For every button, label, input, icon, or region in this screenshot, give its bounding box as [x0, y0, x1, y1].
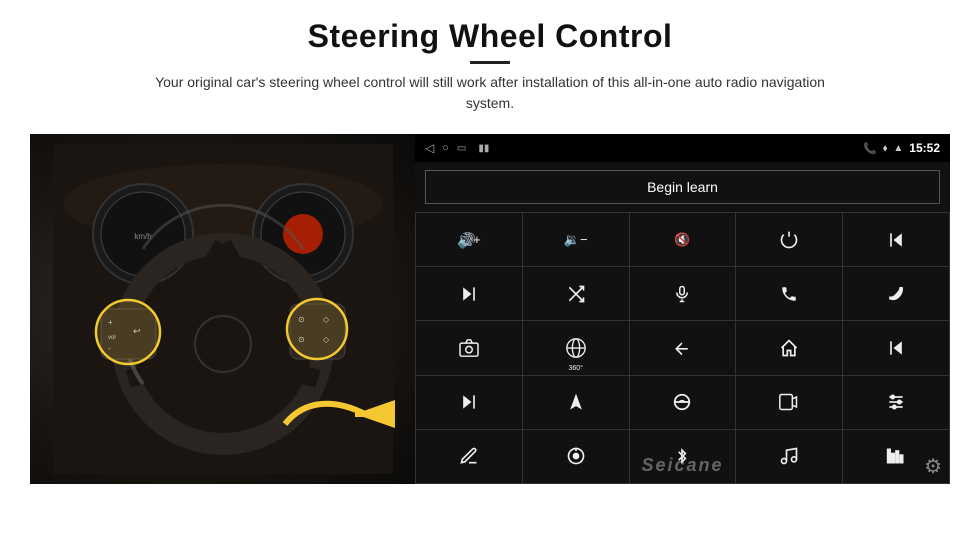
- record-button[interactable]: [736, 376, 842, 429]
- music-button[interactable]: [736, 430, 842, 483]
- knob-button[interactable]: [523, 430, 629, 483]
- gear-icon[interactable]: ⚙: [924, 454, 942, 479]
- status-right: 📞 ⬧ ▲ 15:52: [863, 141, 940, 155]
- hangup-button[interactable]: [843, 267, 949, 320]
- control-panel: ◁ ○ ▭ ▮▮ 📞 ⬧ ▲ 15:52 Begin learn: [415, 134, 950, 484]
- bluetooth-button[interactable]: [630, 430, 736, 483]
- shuffle-button[interactable]: [523, 267, 629, 320]
- power-button[interactable]: [736, 213, 842, 266]
- skip-back-button[interactable]: [843, 321, 949, 374]
- phone-button[interactable]: [736, 267, 842, 320]
- title-divider: [470, 61, 510, 64]
- clock: 15:52: [909, 141, 940, 155]
- begin-learn-button[interactable]: Begin learn: [425, 170, 940, 204]
- recent-nav-icon[interactable]: ▭: [457, 143, 466, 154]
- location-icon: ⬧: [883, 143, 888, 154]
- yellow-arrow: [275, 394, 395, 454]
- navigate-button[interactable]: [523, 376, 629, 429]
- begin-learn-row: Begin learn: [415, 162, 950, 212]
- title-section: Steering Wheel Control Your original car…: [130, 18, 850, 126]
- page-title: Steering Wheel Control: [130, 18, 850, 55]
- vol-up-button[interactable]: 🔊 🔊+: [416, 213, 522, 266]
- back-nav-icon[interactable]: ◁: [425, 141, 434, 155]
- home-nav-icon[interactable]: ○: [442, 142, 449, 154]
- sw-background: km/h: [30, 134, 415, 484]
- camera-button[interactable]: [416, 321, 522, 374]
- skip-fwd-button[interactable]: [416, 376, 522, 429]
- mic-button[interactable]: [630, 267, 736, 320]
- subtitle: Your original car's steering wheel contr…: [130, 72, 850, 114]
- phone-status-icon: 📞: [863, 142, 877, 155]
- view360-button[interactable]: 360°: [523, 321, 629, 374]
- status-bar: ◁ ○ ▭ ▮▮ 📞 ⬧ ▲ 15:52: [415, 134, 950, 162]
- controls-grid: 🔊 🔊+ 🔉− 🔇: [415, 212, 950, 484]
- mixer-button[interactable]: [843, 376, 949, 429]
- back-button[interactable]: [630, 321, 736, 374]
- mute-button[interactable]: 🔇: [630, 213, 736, 266]
- prev-track-button[interactable]: [843, 213, 949, 266]
- eq-button[interactable]: [630, 376, 736, 429]
- home-button[interactable]: [736, 321, 842, 374]
- page-container: Steering Wheel Control Your original car…: [0, 0, 980, 544]
- wifi-icon: ▲: [893, 143, 903, 154]
- vol-down-button[interactable]: 🔉−: [523, 213, 629, 266]
- next-button[interactable]: [416, 267, 522, 320]
- signal-bars: ▮▮: [478, 143, 489, 154]
- status-left: ◁ ○ ▭ ▮▮: [425, 141, 489, 155]
- content-row: km/h: [30, 134, 950, 484]
- pen-button[interactable]: [416, 430, 522, 483]
- steering-wheel-image: km/h: [30, 134, 415, 484]
